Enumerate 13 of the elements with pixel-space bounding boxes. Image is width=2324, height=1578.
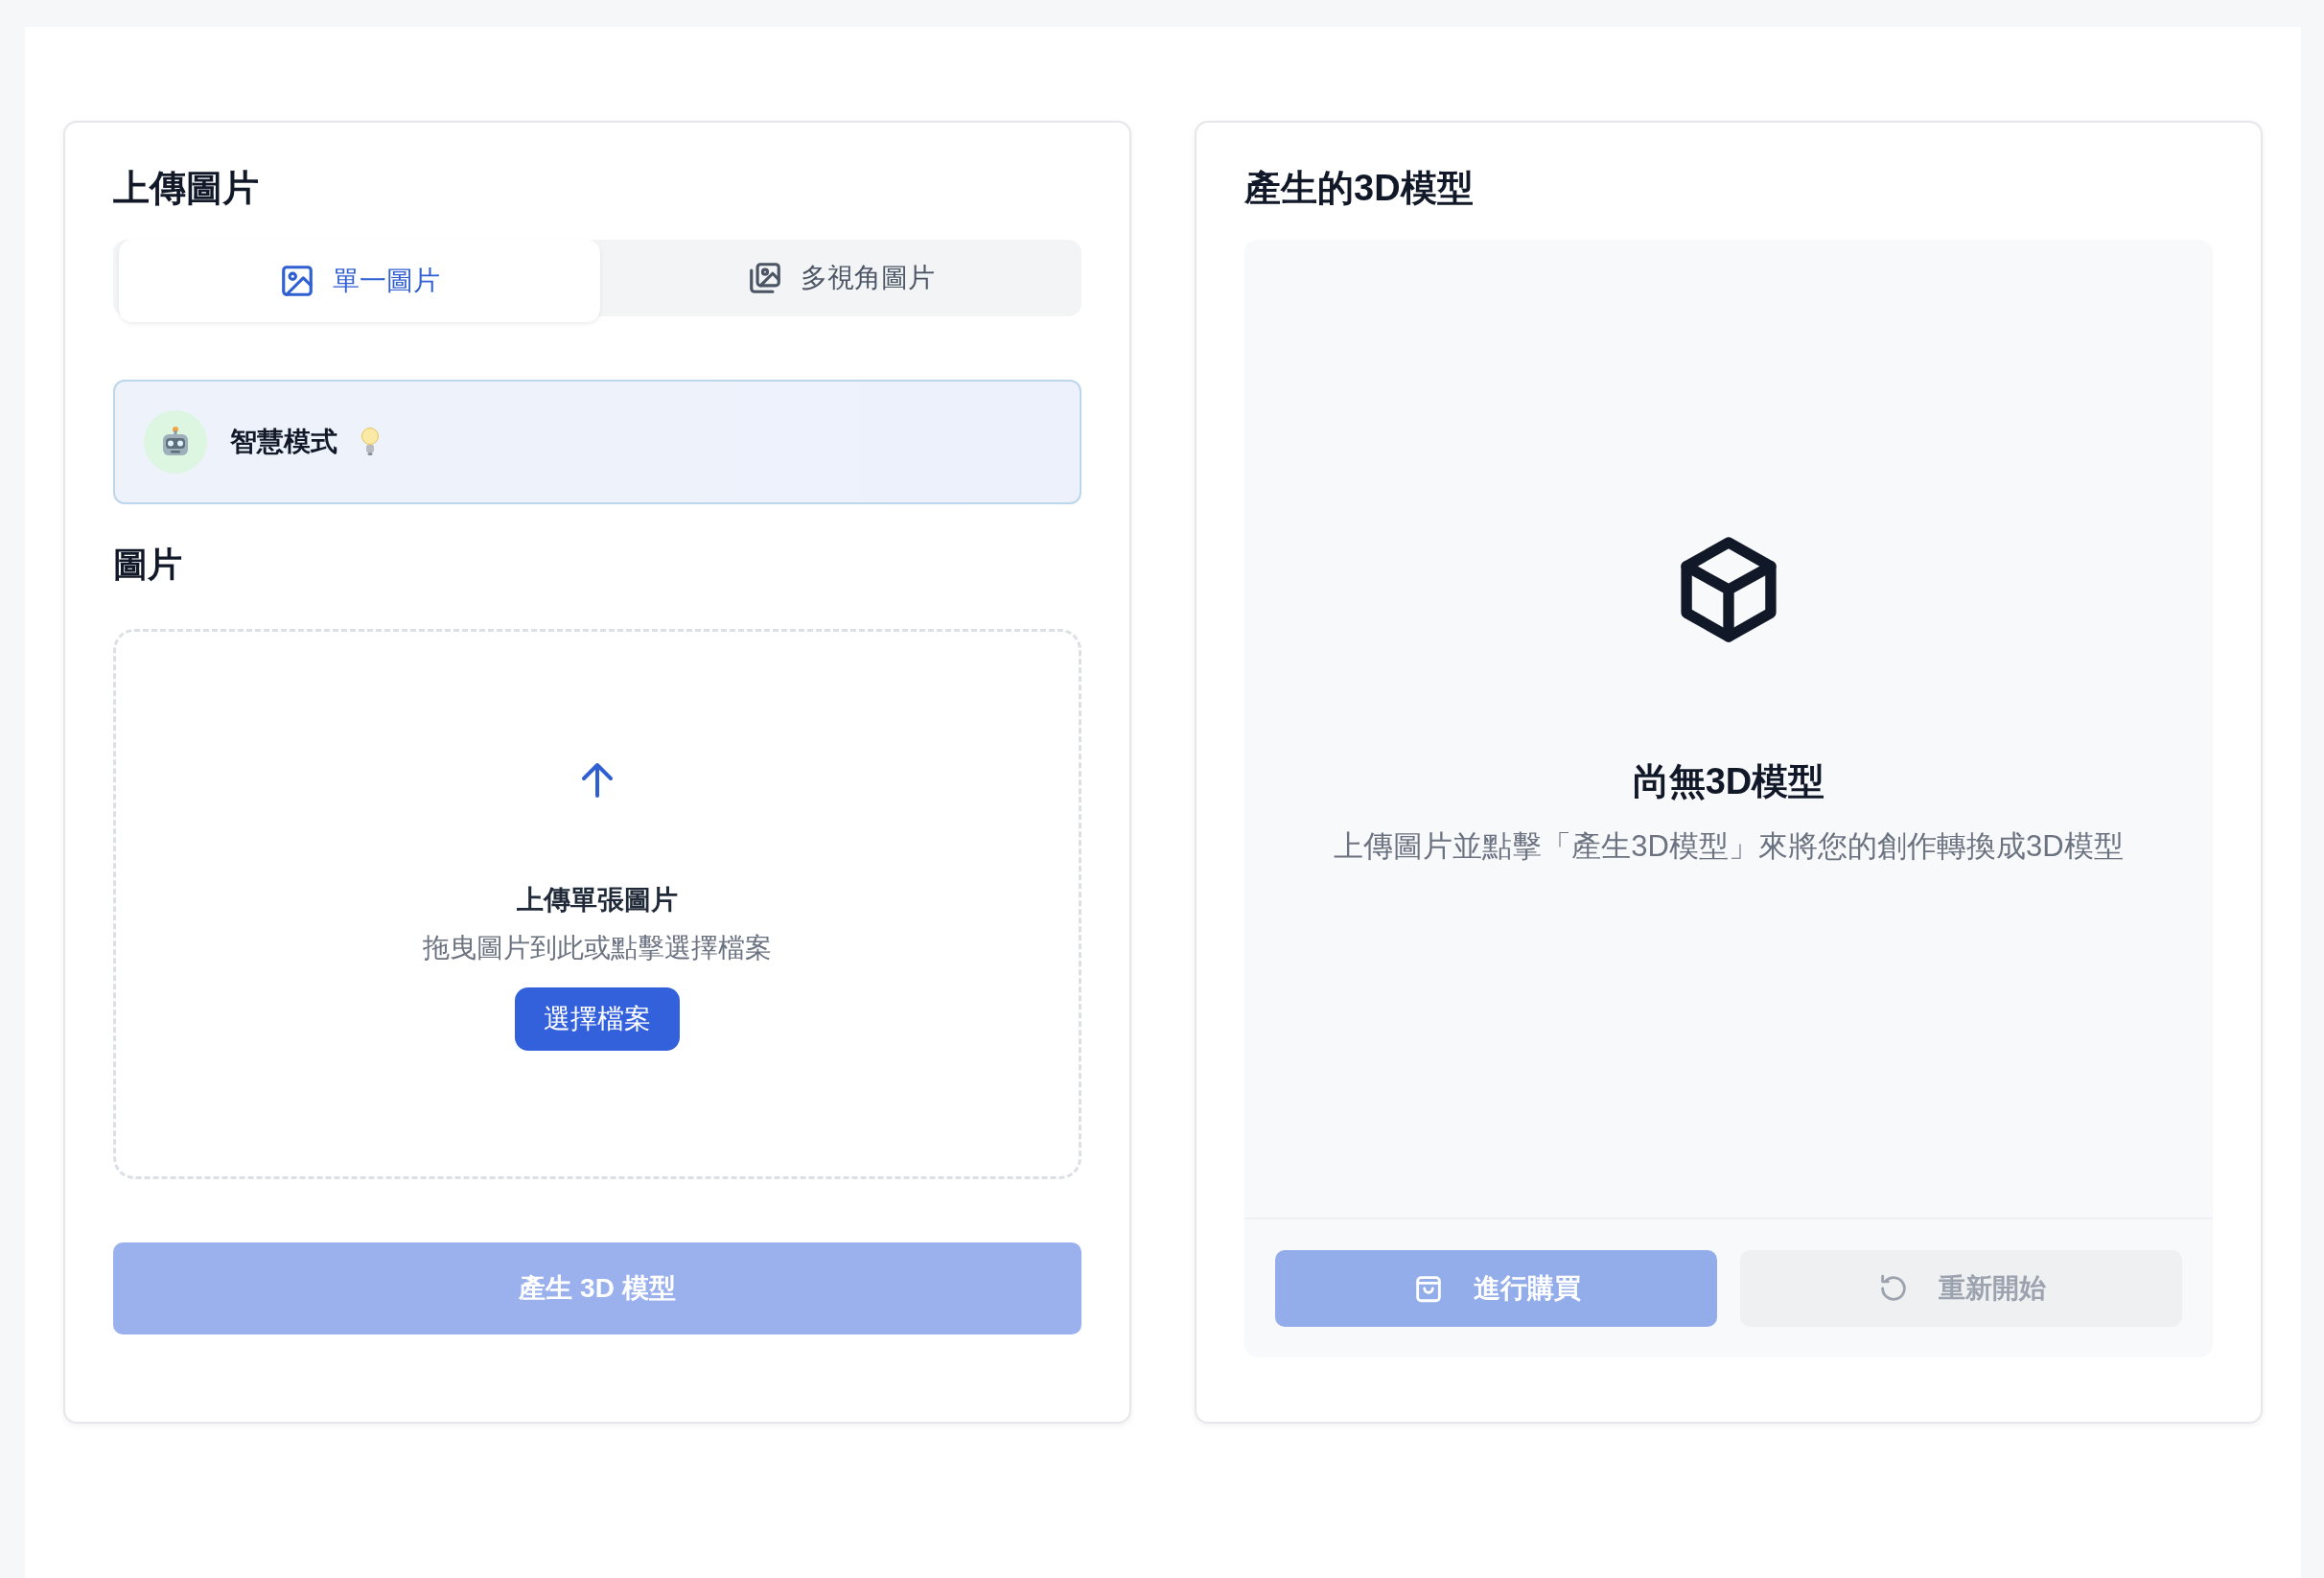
mode-label: 智慧模式 <box>230 425 337 458</box>
tab[interactable]: 單一圖片 <box>119 239 600 322</box>
tab[interactable]: 多視角圖片 <box>600 239 1081 316</box>
drop-zone[interactable]: 上傳單張圖片 拖曳圖片到此或點擊選擇檔案 選擇檔案 <box>113 628 1081 1179</box>
empty-title: 尚無3D模型 <box>1632 759 1825 803</box>
lightbulb-icon <box>360 426 380 457</box>
field-label: 圖片 <box>113 543 183 586</box>
panel-title: 上傳圖片 <box>113 167 260 210</box>
empty-description: 上傳圖片並點擊「產生3D模型」來將您的創作轉換成3D模型 <box>1334 827 2124 865</box>
panel-title: 產生的3D模型 <box>1244 167 1475 210</box>
drop-hint: 拖曳圖片到此或點擊選擇檔案 <box>423 931 772 964</box>
drop-title: 上傳單張圖片 <box>517 883 678 917</box>
choose-file-button[interactable]: 選擇檔案 <box>515 986 680 1051</box>
